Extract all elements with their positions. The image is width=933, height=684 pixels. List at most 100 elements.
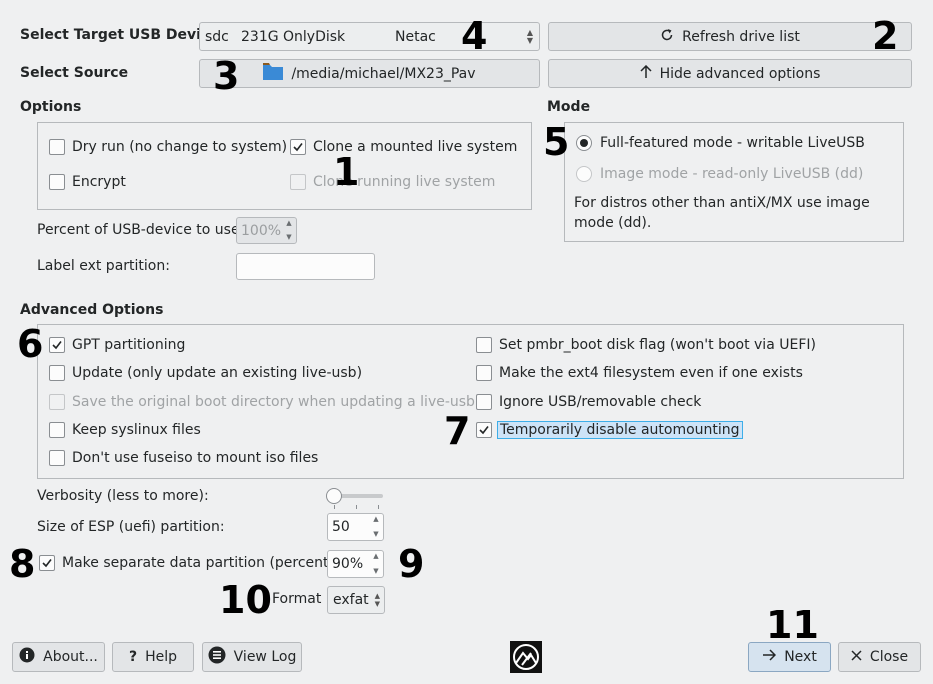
annotation-11: 11 [766,603,819,647]
pmbr-checkbox[interactable] [476,337,492,353]
refresh-drive-list-button[interactable]: Refresh drive list [548,22,912,51]
disable-automount-checkbox[interactable] [476,422,492,438]
annotation-4: 4 [461,14,488,58]
save-boot-label: Save the original boot directory when up… [72,394,475,410]
spin-arrows-icon: ▲ ▼ [373,515,379,538]
keep-syslinux-label: Keep syslinux files [72,422,201,438]
annotation-5: 5 [543,120,570,164]
percent-usb-spinbox: 100% ▲ ▼ [236,217,297,244]
save-boot-checkbox [49,394,65,410]
image-mode-radio[interactable] [576,166,592,182]
annotation-8: 8 [9,542,36,586]
keep-syslinux-checkbox[interactable] [49,422,65,438]
slider-tick [334,505,335,509]
data-partition-checkbox[interactable] [39,555,55,571]
data-partition-spinbox[interactable]: 90% ▲ ▼ [327,550,384,578]
ignore-usb-checkbox[interactable] [476,394,492,410]
full-featured-radio[interactable] [576,135,592,151]
target-device-combo[interactable]: sdc 231G OnlyDisk Netac ▲ ▼ [199,22,540,51]
format-label: Format [272,591,322,607]
log-icon [208,646,226,668]
esp-size-spinbox[interactable]: 50 ▲ ▼ [327,513,384,541]
refresh-label: Refresh drive list [682,28,800,45]
advanced-options-title: Advanced Options [20,302,164,318]
source-label: Select Source [20,65,129,81]
checkmark-icon [479,426,489,435]
arrow-up-icon [640,64,652,83]
about-button[interactable]: About... [12,642,105,672]
esp-size-label: Size of ESP (uefi) partition: [37,519,225,535]
hide-advanced-label: Hide advanced options [659,65,821,82]
verbosity-slider-handle[interactable] [326,488,342,504]
checkmark-icon [293,143,303,152]
disable-automount-label: Temporarily disable automounting [497,421,743,439]
format-value: exfat [333,592,369,608]
hide-advanced-options-button[interactable]: Hide advanced options [548,59,912,88]
update-label: Update (only update an existing live-usb… [72,365,363,381]
encrypt-label: Encrypt [72,174,126,190]
combo-arrows-icon: ▲ ▼ [374,592,380,608]
next-label: Next [784,649,817,665]
spin-arrows-icon: ▲ ▼ [286,219,292,241]
close-icon [851,649,862,665]
annotation-10: 10 [219,578,272,622]
ext4-checkbox[interactable] [476,365,492,381]
options-title: Options [20,99,82,115]
device-vendor: Netac [395,28,436,45]
about-label: About... [43,649,98,665]
pmbr-label: Set pmbr_boot disk flag (won't boot via … [499,337,816,353]
ext4-label: Make the ext4 filesystem even if one exi… [499,365,803,381]
encrypt-checkbox[interactable] [49,174,65,190]
device-name: sdc [205,28,229,45]
annotation-3: 3 [213,54,240,98]
annotation-6: 6 [17,322,44,366]
spin-arrows-icon: ▲ ▼ [373,552,379,575]
help-icon: ? [128,649,138,665]
info-icon [19,647,35,667]
view-log-button[interactable]: View Log [202,642,302,672]
no-fuseiso-label: Don't use fuseiso to mount iso files [72,450,319,466]
folder-icon [263,63,284,84]
select-source-button[interactable]: /media/michael/MX23_Pav [199,59,540,88]
help-button[interactable]: ? Help [112,642,194,672]
slider-tick [378,505,379,509]
view-log-label: View Log [233,649,297,665]
clone-running-checkbox [290,174,306,190]
percent-usb-label: Percent of USB-device to use: [37,222,245,238]
mode-title: Mode [547,99,591,115]
label-ext-label: Label ext partition: [37,258,170,274]
close-button[interactable]: Close [838,642,921,672]
combo-arrows-icon: ▲ ▼ [526,27,533,45]
annotation-7: 7 [444,409,471,453]
data-partition-value: 90% [332,556,364,572]
device-size: 231G OnlyDisk [241,28,346,45]
update-checkbox[interactable] [49,365,65,381]
options-group [37,122,532,210]
format-combo[interactable]: exfat ▲ ▼ [327,586,385,614]
close-label: Close [869,649,909,665]
refresh-icon [660,28,674,46]
annotation-9: 9 [398,542,425,586]
ignore-usb-label: Ignore USB/removable check [499,394,702,410]
source-path: /media/michael/MX23_Pav [291,65,476,82]
clone-mounted-checkbox[interactable] [290,139,306,155]
verbosity-label: Verbosity (less to more): [37,488,209,504]
slider-tick [356,505,357,509]
annotation-2: 2 [872,14,899,58]
gpt-checkbox[interactable] [49,337,65,353]
percent-usb-value: 100% [241,222,282,239]
gpt-label: GPT partitioning [72,337,186,353]
target-device-label: Select Target USB Device [20,27,219,43]
data-partition-label: Make separate data partition (percent) [62,555,334,571]
arrow-right-icon [762,649,777,665]
label-ext-input[interactable] [236,253,375,280]
mode-note: For distros other than antiX/MX use imag… [574,195,870,231]
no-fuseiso-checkbox[interactable] [49,450,65,466]
annotation-1: 1 [333,150,360,194]
esp-size-value: 50 [332,519,350,535]
image-mode-label: Image mode - read-only LiveUSB (dd) [600,166,864,182]
help-label: Help [145,649,178,665]
checkmark-icon [42,559,52,568]
dry-run-checkbox[interactable] [49,139,65,155]
dry-run-label: Dry run (no change to system) [72,139,288,155]
